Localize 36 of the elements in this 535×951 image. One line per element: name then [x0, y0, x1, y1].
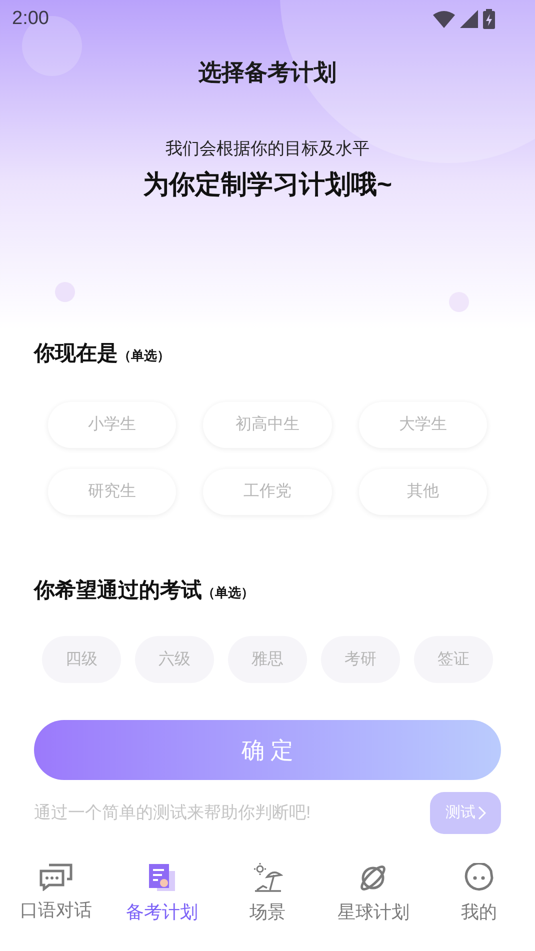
section-title: 你希望通过的考试 — [34, 578, 202, 604]
exam-option[interactable]: 六级 — [135, 636, 214, 683]
subtitle: 我们会根据你的目标及水平 — [164, 138, 370, 160]
signal-icon — [460, 10, 478, 28]
section-note: （单选） — [202, 584, 254, 602]
exam-option[interactable]: 签证 — [414, 636, 493, 683]
confirm-button[interactable]: 确 定 — [34, 720, 501, 780]
planet-icon — [358, 863, 388, 893]
section-note: （单选） — [118, 347, 170, 365]
tab-bar-item[interactable]: 场景 — [226, 863, 310, 926]
test-button[interactable]: 测试 — [430, 792, 501, 834]
exam-option[interactable]: 考研 — [321, 636, 400, 683]
test-hint: 通过一个简单的测试来帮助你判断吧! — [34, 802, 311, 824]
identity-option[interactable]: 大学生 — [358, 402, 487, 448]
smiley-face-icon — [464, 863, 494, 893]
wifi-icon — [433, 10, 455, 28]
exam-option[interactable]: 四级 — [42, 636, 121, 683]
identity-option[interactable]: 初高中生 — [203, 402, 332, 448]
exam-option[interactable]: 雅思 — [228, 636, 307, 683]
identity-option[interactable]: 小学生 — [48, 402, 176, 448]
section-title: 你现在是 — [34, 341, 118, 367]
tab-bar-item[interactable]: 星球计划 — [331, 863, 416, 926]
document-icon — [146, 863, 177, 893]
headline: 为你定制学习计划哦~ — [142, 168, 394, 201]
tab-bar-item[interactable]: 口语对话 — [14, 863, 98, 926]
tab-bar-item[interactable]: 我的 — [437, 863, 521, 926]
page-title: 选择备考计划 — [198, 58, 338, 87]
tab-bar-item[interactable]: 备考计划 — [120, 863, 204, 926]
battery-icon — [483, 9, 495, 29]
status-time: 2:00 — [12, 6, 49, 31]
beach-umbrella-icon — [252, 863, 282, 893]
chat-bubbles-icon — [39, 863, 73, 891]
identity-option[interactable]: 研究生 — [48, 468, 176, 514]
identity-option[interactable]: 工作党 — [203, 468, 332, 514]
identity-option[interactable]: 其他 — [358, 468, 487, 514]
chevron-right-icon — [478, 806, 486, 820]
